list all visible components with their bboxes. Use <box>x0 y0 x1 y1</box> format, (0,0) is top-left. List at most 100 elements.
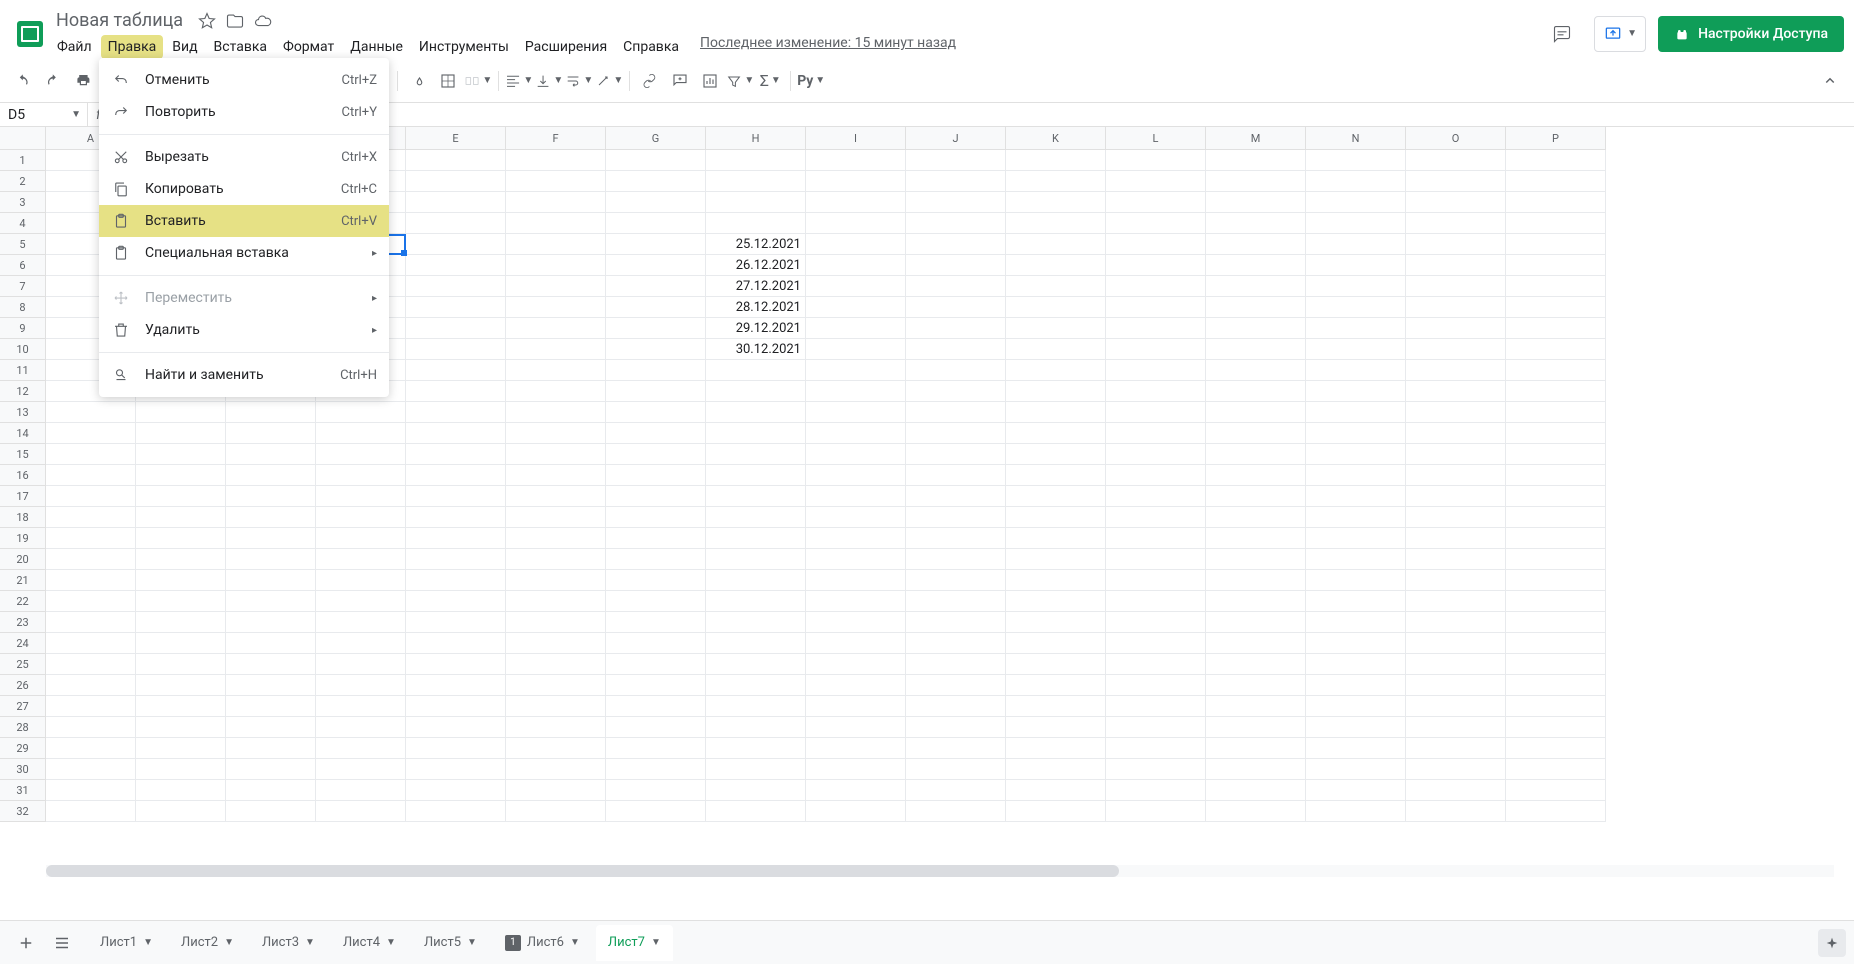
rotate-button[interactable]: ▼ <box>595 67 623 95</box>
cell[interactable] <box>606 570 706 591</box>
cell[interactable] <box>406 171 506 192</box>
column-header[interactable]: P <box>1506 127 1606 150</box>
cell[interactable] <box>1106 612 1206 633</box>
cell[interactable] <box>1406 507 1506 528</box>
cell[interactable] <box>1006 192 1106 213</box>
cell[interactable] <box>1106 759 1206 780</box>
cell[interactable] <box>506 339 606 360</box>
cell[interactable] <box>406 402 506 423</box>
cell[interactable] <box>806 591 906 612</box>
cell[interactable] <box>1106 717 1206 738</box>
cell[interactable] <box>606 255 706 276</box>
cell[interactable] <box>1106 696 1206 717</box>
cell[interactable] <box>1106 213 1206 234</box>
menu-правка[interactable]: Правка <box>101 35 164 59</box>
cell[interactable] <box>1206 444 1306 465</box>
column-header[interactable]: G <box>606 127 706 150</box>
cell[interactable] <box>906 465 1006 486</box>
cell[interactable] <box>136 486 226 507</box>
column-header[interactable]: L <box>1106 127 1206 150</box>
cell[interactable] <box>1006 402 1106 423</box>
cell[interactable] <box>136 507 226 528</box>
cell[interactable] <box>1106 591 1206 612</box>
cell[interactable] <box>706 675 806 696</box>
row-header[interactable]: 23 <box>0 612 46 633</box>
cell[interactable] <box>1506 570 1606 591</box>
cell[interactable] <box>1206 738 1306 759</box>
cell[interactable] <box>1006 465 1106 486</box>
row-header[interactable]: 13 <box>0 402 46 423</box>
column-header[interactable]: E <box>406 127 506 150</box>
cell[interactable] <box>1206 255 1306 276</box>
cell[interactable] <box>1506 213 1606 234</box>
cell[interactable] <box>1306 276 1406 297</box>
cell[interactable] <box>406 297 506 318</box>
cell[interactable] <box>606 507 706 528</box>
cell[interactable] <box>706 633 806 654</box>
cell[interactable] <box>1006 276 1106 297</box>
link-button[interactable] <box>636 67 664 95</box>
cell[interactable] <box>606 213 706 234</box>
column-header[interactable]: M <box>1206 127 1306 150</box>
cell[interactable] <box>506 381 606 402</box>
cell[interactable] <box>1106 423 1206 444</box>
cell[interactable] <box>1506 486 1606 507</box>
row-header[interactable]: 27 <box>0 696 46 717</box>
cell[interactable] <box>1006 318 1106 339</box>
cell[interactable] <box>1506 591 1606 612</box>
cell[interactable] <box>906 570 1006 591</box>
input-tools-button[interactable]: Рy▼ <box>797 67 825 95</box>
cell[interactable] <box>1206 801 1306 822</box>
cell[interactable] <box>706 528 806 549</box>
cell[interactable] <box>1506 255 1606 276</box>
cell[interactable] <box>806 738 906 759</box>
cell[interactable] <box>1406 381 1506 402</box>
cell[interactable] <box>1206 339 1306 360</box>
cell[interactable] <box>706 591 806 612</box>
cell[interactable] <box>406 696 506 717</box>
cell[interactable] <box>506 486 606 507</box>
cell[interactable] <box>406 780 506 801</box>
cell[interactable] <box>506 234 606 255</box>
cell[interactable] <box>506 171 606 192</box>
cell[interactable] <box>406 717 506 738</box>
app-logo[interactable] <box>10 14 50 54</box>
cell[interactable] <box>1306 213 1406 234</box>
cell[interactable] <box>806 381 906 402</box>
cell[interactable] <box>506 801 606 822</box>
chevron-down-icon[interactable]: ▼ <box>570 937 580 948</box>
comments-button[interactable] <box>1542 14 1582 54</box>
cell[interactable] <box>406 801 506 822</box>
chevron-down-icon[interactable]: ▼ <box>71 109 81 120</box>
cell[interactable] <box>1106 528 1206 549</box>
cell[interactable] <box>1306 801 1406 822</box>
column-header[interactable]: I <box>806 127 906 150</box>
row-header[interactable]: 30 <box>0 759 46 780</box>
cell[interactable] <box>706 717 806 738</box>
cell[interactable] <box>1106 486 1206 507</box>
cell[interactable] <box>506 717 606 738</box>
sheet-tab[interactable]: Лист3▼ <box>250 925 327 961</box>
cell[interactable] <box>706 465 806 486</box>
cell[interactable] <box>136 423 226 444</box>
cell[interactable] <box>406 339 506 360</box>
sheet-tab[interactable]: Лист4▼ <box>331 925 408 961</box>
row-header[interactable]: 24 <box>0 633 46 654</box>
cell[interactable] <box>606 360 706 381</box>
sheet-tab[interactable]: Лист5▼ <box>412 925 489 961</box>
cell[interactable] <box>506 255 606 276</box>
cell[interactable] <box>706 423 806 444</box>
cell[interactable] <box>906 801 1006 822</box>
cell[interactable] <box>406 675 506 696</box>
cell[interactable] <box>46 549 136 570</box>
cell[interactable] <box>706 381 806 402</box>
cell[interactable] <box>1006 738 1106 759</box>
cell[interactable] <box>906 612 1006 633</box>
cell[interactable] <box>1306 528 1406 549</box>
menu-файл[interactable]: Файл <box>50 35 99 59</box>
cell[interactable] <box>1106 150 1206 171</box>
cell[interactable] <box>606 276 706 297</box>
cell[interactable] <box>1206 192 1306 213</box>
horizontal-scrollbar[interactable] <box>46 865 1834 877</box>
cell[interactable] <box>906 675 1006 696</box>
